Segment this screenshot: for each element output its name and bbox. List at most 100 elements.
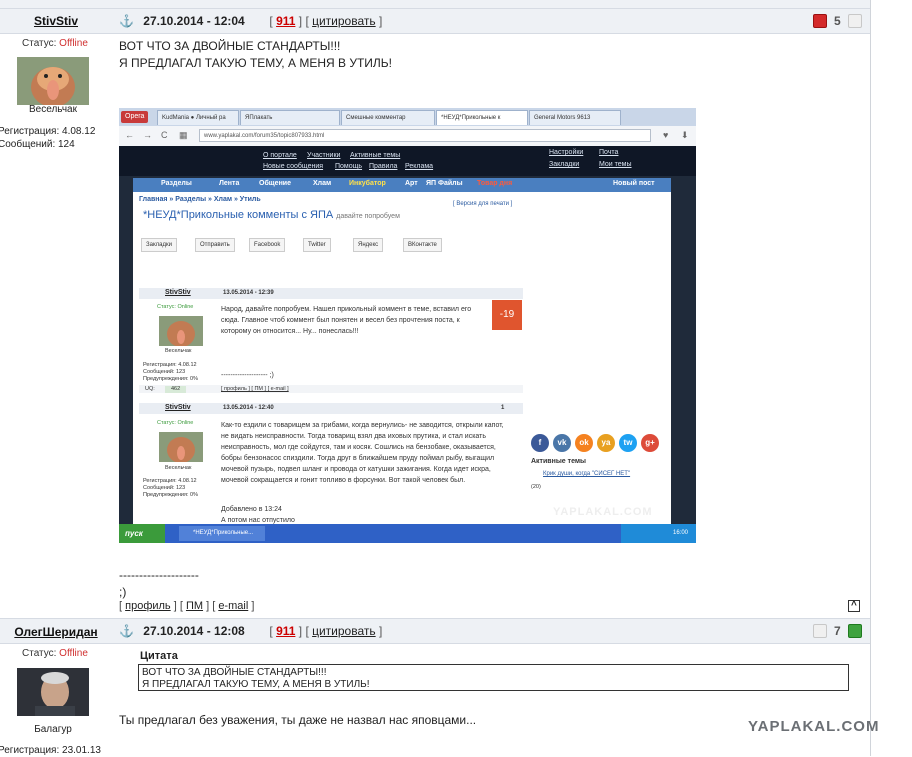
new-post-button[interactable]: Новый пост (613, 180, 655, 187)
inner-post-date: 13.05.2014 - 12:40 (223, 405, 274, 411)
avatar[interactable] (17, 57, 89, 105)
opera-menu-button[interactable]: Opera (121, 111, 149, 123)
print-version-link[interactable]: [ Версия для печати ] (453, 201, 512, 207)
post-body: ВОТ ЧТО ЗА ДВОЙНЫЕ СТАНДАРТЫ!!! Я ПРЕДЛА… (119, 38, 392, 72)
share-button[interactable]: ВКонтакте (403, 238, 442, 252)
quote-link[interactable]: цитировать (312, 624, 376, 638)
browser-tab[interactable]: General Motors 9613 (529, 110, 621, 125)
my-topics-link[interactable]: Мои темы (599, 161, 632, 168)
embedded-screenshot-image[interactable]: Opera KudMania ● Личный ра ЯПлакать Смеш… (119, 108, 696, 543)
post-author-link[interactable]: ОлегШеридан (0, 625, 116, 639)
inner-post-date: 13.05.2014 - 12:39 (223, 290, 274, 296)
bookmarks-link[interactable]: Закладки (549, 161, 579, 168)
post-meta: ⚓ 27.10.2014 - 12:08 [ 911 ] [ цитироват… (119, 624, 383, 638)
inner-post-author[interactable]: StivStiv (165, 404, 191, 411)
quote-link[interactable]: цитировать (312, 14, 376, 28)
menu-item[interactable]: Хлам (313, 180, 331, 187)
url-field[interactable]: www.yaplakal.com/forum35/topic807933.htm… (199, 129, 651, 142)
right-scroll-column[interactable] (870, 0, 912, 756)
menu-item[interactable]: ЯП Файлы (426, 180, 463, 187)
active-topic-link[interactable]: Крик души, когда "СИСЕГ НЕТ" (543, 471, 630, 477)
thumb-down-icon[interactable] (813, 624, 827, 638)
user-stats: Регистрация: 23.01.13 (0, 744, 101, 757)
new-messages-link[interactable]: Новые сообщения (263, 163, 323, 170)
forward-icon[interactable]: → (143, 130, 152, 140)
website-viewport: О портале Участники Активные темы Новые … (119, 146, 696, 524)
menu-item[interactable]: Инкубатор (349, 180, 386, 187)
browser-tab[interactable]: ЯПлакать (240, 110, 340, 125)
download-icon[interactable]: ⬇ (681, 130, 689, 141)
menu-item[interactable]: Общение (259, 180, 291, 187)
post-number-link[interactable]: 911 (276, 14, 295, 28)
quote-line-2: Я ПРЕДЛАГАЛ ТАКУЮ ТЕМУ, А МЕНЯ В УТИЛЬ! (142, 679, 370, 690)
profile-link[interactable]: профиль (125, 600, 171, 612)
thumb-up-icon[interactable] (848, 624, 862, 638)
mail-link[interactable]: Почта (599, 149, 618, 156)
menu-item[interactable]: Товар дня (477, 180, 512, 187)
inner-post-author[interactable]: StivStiv (165, 289, 191, 296)
anchor-icon[interactable]: ⚓ (119, 624, 134, 638)
start-button[interactable]: пуск (119, 524, 165, 543)
breadcrumb[interactable]: Главная » Разделы » Хлам » Утиль (139, 196, 261, 203)
share-button[interactable]: Закладки (141, 238, 177, 252)
heart-icon[interactable]: ♥ (663, 130, 668, 140)
anchor-icon[interactable]: ⚓ (119, 14, 134, 28)
taskbar-window-button[interactable]: *НЕУД*Прикольные... (179, 526, 265, 541)
share-button[interactable]: Facebook (249, 238, 286, 252)
share-button[interactable]: Яндекс (353, 238, 384, 252)
pm-link[interactable]: ПМ (186, 600, 203, 612)
facebook-icon[interactable]: f (531, 434, 549, 452)
inner-post-links[interactable]: [ профиль ] [ ПМ ] [ e-mail ] (221, 386, 289, 393)
thumb-down-icon[interactable] (813, 14, 827, 28)
members-link[interactable]: Участники (307, 152, 340, 159)
reload-icon[interactable]: C (161, 130, 168, 140)
share-button[interactable]: Twitter (303, 238, 331, 252)
email-link[interactable]: e-mail (218, 600, 248, 612)
user-rank: Весельчак (29, 104, 77, 115)
active-topics-title: Активные темы (531, 458, 587, 465)
user-status: Статус: Offline (22, 648, 88, 659)
inner-rating-badge: -19 (492, 300, 522, 330)
browser-tab[interactable]: KudMania ● Личный ра (157, 110, 239, 125)
inner-post-status: Статус: Online (157, 304, 194, 310)
browser-address-bar: ← → C ▦ www.yaplakal.com/forum35/topic80… (119, 126, 696, 147)
menu-item[interactable]: Разделы (161, 180, 192, 187)
browser-tab-active[interactable]: *НЕУД*Прикольные к (436, 110, 528, 125)
rules-link[interactable]: Правила (369, 163, 397, 170)
registration-date: Регистрация: 4.08.12 (0, 126, 96, 137)
site-header: О портале Участники Активные темы Новые … (119, 146, 696, 176)
menu-item[interactable]: Арт (405, 180, 418, 187)
browser-tab[interactable]: Смешные комментар (341, 110, 435, 125)
settings-link[interactable]: Настройки (549, 149, 583, 156)
menu-item[interactable]: Лента (219, 180, 239, 187)
help-link[interactable]: Помощь (335, 163, 362, 170)
scroll-to-top-button[interactable]: ^ (848, 600, 860, 612)
status-value: Offline (59, 648, 88, 659)
vkontakte-icon[interactable]: vk (553, 434, 571, 452)
post-author-link[interactable]: StivStiv (0, 14, 112, 28)
user-rank: Балагур (34, 724, 72, 735)
inner-post-status: Статус: Online (157, 420, 194, 426)
yandex-icon[interactable]: ya (597, 434, 615, 452)
man-portrait-avatar-image (17, 668, 89, 716)
inner-post-bar (139, 288, 523, 299)
google-plus-icon[interactable]: g+ (641, 434, 659, 452)
post-number-link[interactable]: 911 (276, 624, 295, 638)
back-icon[interactable]: ← (125, 130, 134, 140)
odnoklassniki-icon[interactable]: ok (575, 434, 593, 452)
quote-title: Цитата (140, 650, 178, 662)
speed-dial-icon[interactable]: ▦ (179, 130, 188, 141)
inner-post-text: Как-то ездили с товарищем за грибами, ко… (221, 422, 504, 484)
site-menu: Разделы Лента Общение Хлам Инкубатор Арт… (133, 178, 671, 192)
uq-value: 462 (165, 386, 187, 393)
active-topics-link[interactable]: Активные темы (350, 152, 400, 159)
post-rating: 5 (834, 14, 841, 28)
thumb-up-icon[interactable] (848, 14, 862, 28)
avatar[interactable] (17, 668, 89, 716)
post-date: 27.10.2014 - 12:08 (143, 624, 245, 638)
ads-link[interactable]: Реклама (405, 163, 433, 170)
about-link[interactable]: О портале (263, 152, 297, 159)
share-button[interactable]: Отправить (195, 238, 235, 252)
inner-avatar (159, 432, 203, 462)
twitter-icon[interactable]: tw (619, 434, 637, 452)
